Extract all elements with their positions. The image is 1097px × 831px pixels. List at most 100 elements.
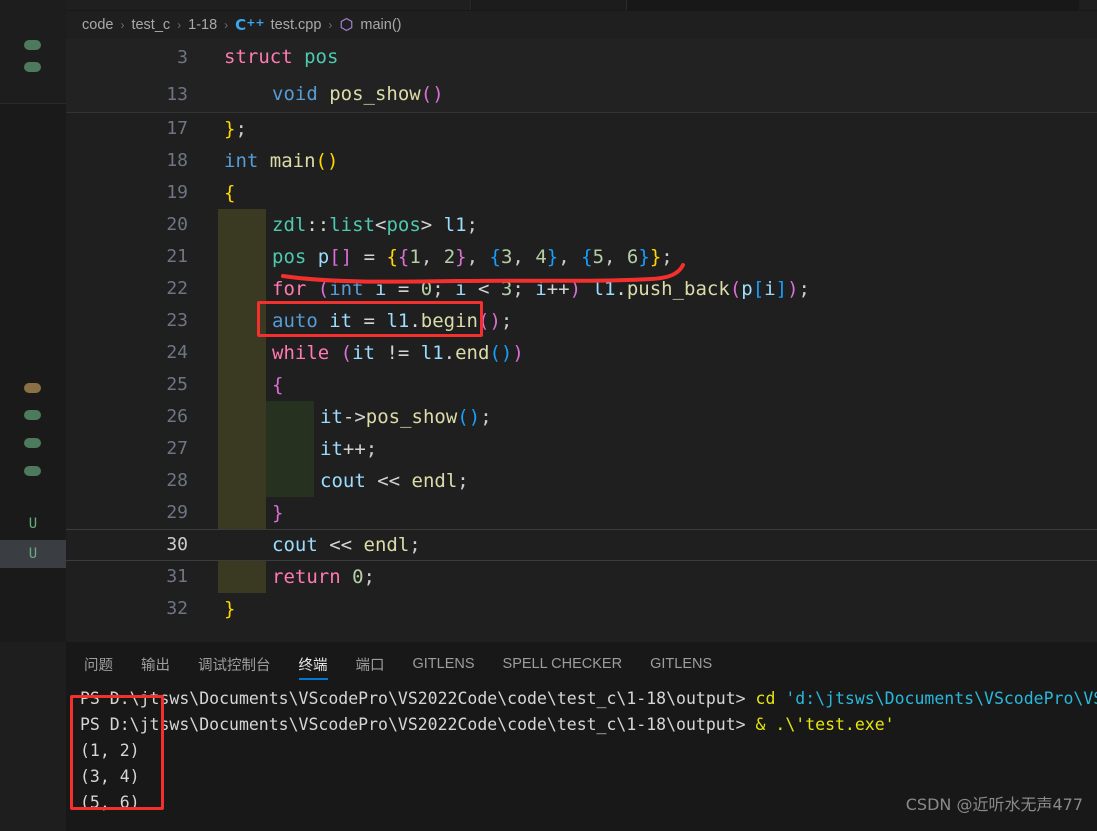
overview-ruler-dot xyxy=(24,40,41,50)
code-line[interactable]: 20 zdl::list<pos> l1; xyxy=(66,209,1097,241)
code-line[interactable]: 17}; xyxy=(66,113,1097,145)
line-number: 26 xyxy=(166,406,188,427)
sticky-line[interactable]: 13 void pos_show() xyxy=(66,76,1097,113)
line-code: while (it != l1.end()) xyxy=(272,342,524,364)
line-code: { xyxy=(272,374,284,396)
line-number: 24 xyxy=(166,342,188,363)
code-line[interactable]: 25 { xyxy=(66,369,1097,401)
overview-ruler[interactable]: UU xyxy=(0,0,66,642)
line-code: return 0; xyxy=(272,566,375,588)
terminal-output-1: (1, 2) xyxy=(80,741,140,760)
overview-ruler-dot xyxy=(24,410,41,420)
code-line[interactable]: 22 for (int i = 0; i < 3; i++) l1.push_ba… xyxy=(66,273,1097,305)
vscode-window: UU code › test_c › 1-18 › C++ test.cpp ›… xyxy=(0,0,1097,831)
breadcrumb-separator-icon: › xyxy=(120,18,125,32)
sticky-scroll-header[interactable]: 3 struct pos 13 void pos_show() xyxy=(66,39,1097,113)
line-code: it->pos_show(); xyxy=(320,406,492,428)
breadcrumb-separator-icon: › xyxy=(224,18,229,32)
line-number: 31 xyxy=(166,566,188,587)
editor-tab-bar xyxy=(66,0,1097,11)
line-code: struct pos xyxy=(224,46,339,68)
breadcrumb-item-1-18[interactable]: 1-18 xyxy=(188,17,217,33)
overview-ruler-sticky-region xyxy=(0,0,66,104)
code-line[interactable]: 19 { xyxy=(66,177,1097,209)
line-code: { xyxy=(224,182,236,204)
line-number: 32 xyxy=(166,598,188,619)
line-number: 17 xyxy=(166,118,188,139)
breadcrumb-item-test-cpp[interactable]: test.cpp xyxy=(271,17,322,33)
line-number: 27 xyxy=(166,438,188,459)
code-line[interactable]: 24 while (it != l1.end()) xyxy=(66,337,1097,369)
line-number: 18 xyxy=(166,150,188,171)
panel-tab-2[interactable]: 调试控制台 xyxy=(198,642,271,686)
terminal-output-2: (3, 4) xyxy=(80,767,140,786)
code-line[interactable]: 23 auto it = l1.begin(); xyxy=(66,305,1097,337)
code-lines-container[interactable]: 17}; 18 int main() 19{20 zdl::list<pos> l1; 2… xyxy=(66,113,1097,642)
terminal-prompt-run: PS D:\jtsws\Documents\VScodePro\VS2022Co… xyxy=(80,715,895,734)
line-number: 21 xyxy=(166,246,188,267)
line-code: pos p[] = {{1, 2}, {3, 4}, {5, 6}}; xyxy=(272,246,673,268)
panel-tab-6[interactable]: SPELL CHECKER xyxy=(503,642,623,686)
panel-tab-5[interactable]: GITLENS xyxy=(413,642,475,686)
line-code: zdl::list<pos> l1; xyxy=(272,214,478,236)
editor-tab-actions[interactable] xyxy=(1079,0,1097,10)
line-number: 20 xyxy=(166,214,188,235)
line-code: } xyxy=(224,598,236,620)
symbol-method-icon xyxy=(339,17,354,33)
editor-tab-secondary[interactable] xyxy=(472,0,627,10)
line-number: 28 xyxy=(166,470,188,491)
overview-ruler-dot xyxy=(24,438,41,448)
code-editor: code › test_c › 1-18 › C++ test.cpp › ma… xyxy=(66,11,1097,642)
breadcrumb-item-main[interactable]: main() xyxy=(360,17,401,33)
code-line[interactable]: 32} xyxy=(66,593,1097,625)
editor-tab-empty-area xyxy=(628,0,1097,10)
breadcrumb-item-code[interactable]: code xyxy=(82,17,113,33)
line-number: 3 xyxy=(177,47,188,68)
breadcrumb-separator-icon: › xyxy=(328,18,333,32)
code-line[interactable]: 27 it++; xyxy=(66,433,1097,465)
overview-ruler-dot xyxy=(24,62,41,72)
code-line[interactable]: 31 return 0; xyxy=(66,561,1097,593)
panel-tab-0[interactable]: 问题 xyxy=(84,642,113,686)
line-number: 22 xyxy=(166,278,188,299)
overview-ruler-marker: U xyxy=(28,516,38,532)
line-number: 30 xyxy=(166,534,188,555)
line-number: 25 xyxy=(166,374,188,395)
code-line[interactable]: 21 pos p[] = {{1, 2}, {3, 4}, {5, 6}}; xyxy=(66,241,1097,273)
line-code: auto it = l1.begin(); xyxy=(272,310,513,332)
panel-tab-bar[interactable]: 问题 输出 调试控制台 终端 端口 GITLENS SPELL CHECKER GITLENS xyxy=(66,642,1097,686)
line-code: cout << endl; xyxy=(320,470,469,492)
line-number: 29 xyxy=(166,502,188,523)
line-code: it++; xyxy=(320,438,378,460)
line-number: 19 xyxy=(166,182,188,203)
line-code: void pos_show() xyxy=(272,83,444,105)
code-line[interactable]: 26 it->pos_show(); xyxy=(66,401,1097,433)
panel-tab-4[interactable]: 端口 xyxy=(356,642,385,686)
line-number: 13 xyxy=(166,84,188,105)
overview-ruler-marker: U xyxy=(28,546,38,562)
panel-tab-1[interactable]: 输出 xyxy=(141,642,170,686)
terminal-prompt-cd: PS D:\jtsws\Documents\VScodePro\VS2022Co… xyxy=(80,689,1097,708)
editor-tab-active[interactable] xyxy=(66,0,471,10)
breadcrumb-separator-icon: › xyxy=(177,18,182,32)
line-code: } xyxy=(272,502,284,524)
code-line[interactable]: 29} xyxy=(66,497,1097,529)
watermark: CSDN @近听水无声477 xyxy=(905,795,1083,814)
sticky-line[interactable]: 3 struct pos xyxy=(66,39,1097,76)
code-line[interactable]: 30 cout << endl; xyxy=(66,529,1097,561)
panel-tab-7[interactable]: GITLENS xyxy=(650,642,712,686)
line-code: for (int i = 0; i < 3; i++) l1.push_back… xyxy=(272,278,810,300)
overview-ruler-dot xyxy=(24,383,41,393)
breadcrumb[interactable]: code › test_c › 1-18 › C++ test.cpp › ma… xyxy=(66,11,1097,39)
cpp-file-icon: C++ xyxy=(235,16,265,34)
line-number: 23 xyxy=(166,310,188,331)
overview-ruler-dot xyxy=(24,466,41,476)
code-line[interactable]: 28 cout << endl; xyxy=(66,465,1097,497)
bottom-panel: 问题 输出 调试控制台 终端 端口 GITLENS SPELL CHECKER GITLENS… xyxy=(66,642,1097,831)
line-code: }; xyxy=(224,118,247,140)
line-code: int main() xyxy=(224,150,339,172)
panel-tab-3[interactable]: 终端 xyxy=(298,642,328,686)
line-code: cout << endl; xyxy=(272,534,421,556)
code-line[interactable]: 18 int main() xyxy=(66,145,1097,177)
breadcrumb-item-test_c[interactable]: test_c xyxy=(131,17,170,33)
